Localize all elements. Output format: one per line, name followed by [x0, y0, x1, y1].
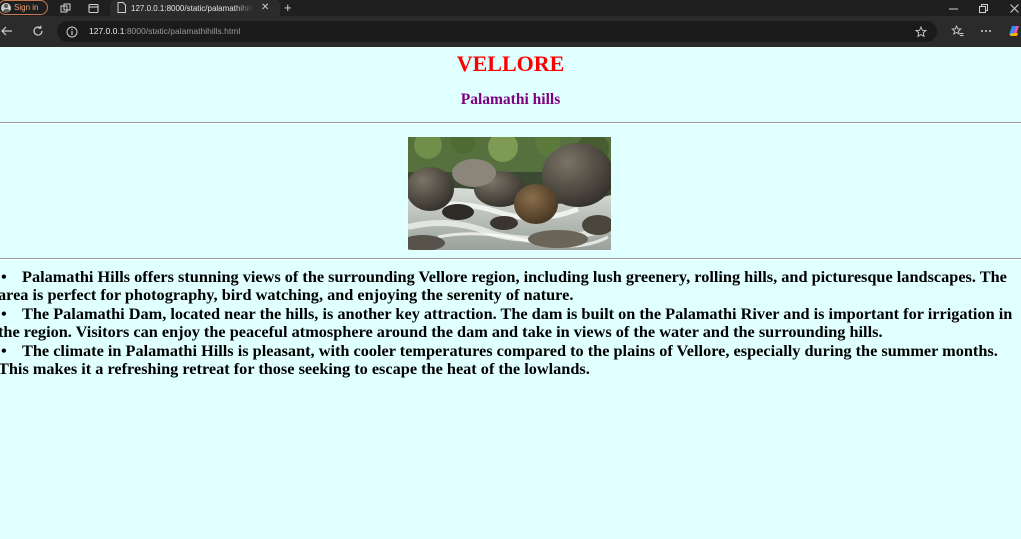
restore-icon[interactable] [976, 0, 990, 16]
workspaces-icon[interactable] [59, 2, 71, 14]
divider-top [0, 122, 1021, 124]
palamathi-hills-photo [408, 137, 611, 250]
divider-bottom [0, 258, 1021, 260]
info-icon[interactable] [65, 25, 78, 38]
favorites-icon[interactable] [950, 24, 964, 38]
plus-icon[interactable]: + [284, 0, 292, 15]
more-icon[interactable] [979, 24, 993, 38]
browser-toolbar: 127.0.0.1:8000/static/palamathihills.htm… [0, 16, 1021, 47]
address-bar[interactable]: 127.0.0.1:8000/static/palamathihills.htm… [57, 21, 937, 42]
tab-strip: Sign in 127.0.0.1:8000/static/palamathih… [0, 0, 1021, 16]
tab-actions-icon[interactable] [87, 2, 99, 14]
sign-in-button[interactable]: Sign in [0, 0, 48, 15]
copilot-icon[interactable] [1007, 24, 1021, 38]
close-icon[interactable]: ✕ [261, 3, 269, 13]
page-heading: VELLORE [456, 51, 565, 76]
page-content: VELLORE Palamathi hills • Palamathi Hill… [0, 47, 1021, 539]
close-window-icon[interactable] [1007, 0, 1021, 16]
list-item: Palamathi Hills offers stunning views of… [0, 267, 1021, 305]
page-icon [117, 1, 126, 15]
back-arrow-icon[interactable] [0, 24, 14, 38]
page-subheading: Palamathi hills [460, 91, 561, 108]
refresh-icon[interactable] [31, 24, 45, 38]
star-icon[interactable] [914, 25, 927, 38]
active-tab[interactable]: 127.0.0.1:8000/static/palamathihills.htm… [110, 0, 280, 16]
url-path: :8000/static/palamathihills.html [124, 26, 241, 36]
list-item: The Palamathi Dam, located near the hill… [0, 304, 1021, 342]
sign-in-label: Sign in [14, 3, 39, 12]
tab-title: 127.0.0.1:8000/static/palamathihills.htm… [131, 3, 253, 13]
url-host: 127.0.0.1 [89, 26, 125, 36]
list-item: The climate in Palamathi Hills is pleasa… [0, 341, 1021, 379]
url-text[interactable]: 127.0.0.1:8000/static/palamathihills.htm… [89, 26, 240, 36]
minimize-icon[interactable] [946, 0, 960, 16]
info-list: Palamathi Hills offers stunning views of… [0, 267, 1021, 379]
person-icon [1, 2, 11, 13]
